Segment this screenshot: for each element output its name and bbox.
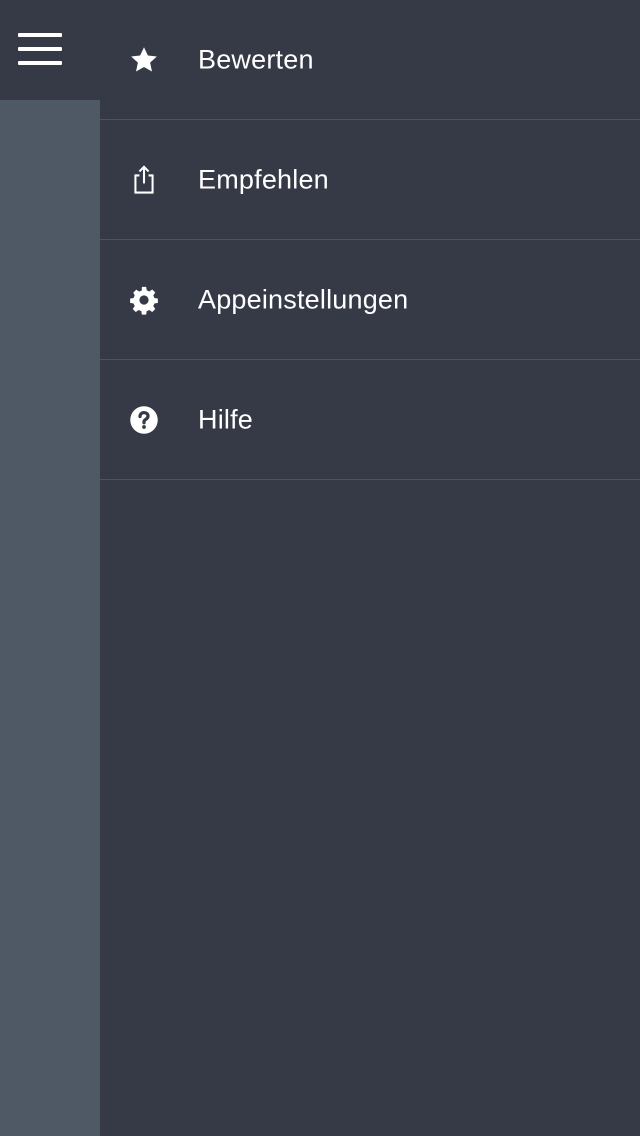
- hamburger-line: [18, 61, 62, 65]
- help-icon: [128, 404, 160, 436]
- app-screen: Bewerten Empfehlen Appeinstellungen Hilf…: [0, 0, 640, 1136]
- dimmed-content-overlay[interactable]: [0, 0, 100, 1136]
- menu-item-bewerten[interactable]: Bewerten: [100, 0, 640, 120]
- header-corner: [0, 0, 100, 100]
- menu-item-label: Bewerten: [198, 44, 314, 74]
- menu-item-label: Appeinstellungen: [198, 284, 409, 314]
- star-icon: [128, 44, 160, 76]
- hamburger-line: [18, 33, 62, 37]
- gear-icon: [128, 284, 160, 316]
- menu-item-hilfe[interactable]: Hilfe: [100, 360, 640, 480]
- menu-item-label: Empfehlen: [198, 164, 329, 194]
- hamburger-menu-icon[interactable]: [18, 33, 62, 67]
- menu-item-appeinstellungen[interactable]: Appeinstellungen: [100, 240, 640, 360]
- hamburger-line: [18, 47, 62, 51]
- menu-item-label: Hilfe: [198, 404, 254, 434]
- side-menu: Bewerten Empfehlen Appeinstellungen Hilf…: [100, 0, 640, 1136]
- menu-item-empfehlen[interactable]: Empfehlen: [100, 120, 640, 240]
- share-icon: [128, 164, 160, 196]
